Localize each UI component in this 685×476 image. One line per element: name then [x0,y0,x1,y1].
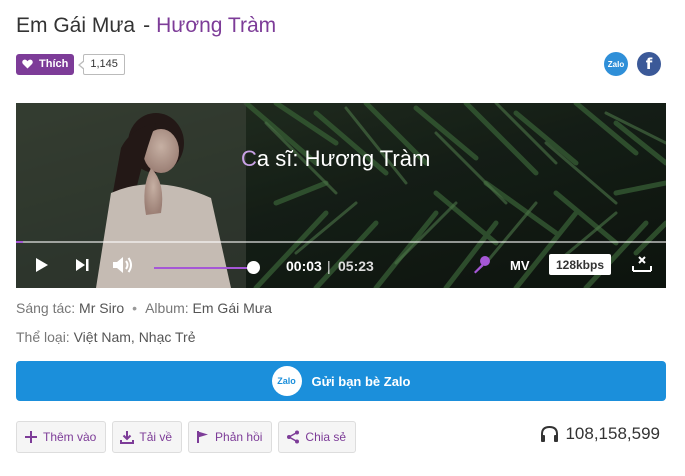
caption-text: a sĩ: Hương Tràm [256,146,431,171]
mv-button[interactable]: MV [510,258,530,273]
download-icon [120,431,135,444]
volume-fill [154,267,254,269]
share-button[interactable]: Chia sẻ [278,421,357,453]
minimize-player-icon[interactable] [632,254,652,274]
audio-player: Ca sĩ: Hương Tràm 00:03 | 05:23 MV 128kb… [16,103,666,288]
like-label: Thích [39,58,69,70]
zalo-share-label: Gửi bạn bè Zalo [311,373,411,389]
headphones-icon [541,425,559,442]
heart-icon [22,59,33,69]
total-time: 05:23 [338,258,374,274]
zalo-share-button[interactable]: Zalo Gửi bạn bè Zalo [16,361,666,401]
facebook-icon[interactable]: f [637,52,661,76]
meta-separator: • [132,300,138,316]
feedback-button[interactable]: Phản hồi [188,421,273,453]
current-time: 00:03 [286,258,322,274]
share-icon [287,430,300,444]
time-separator: | [327,258,331,274]
download-button[interactable]: Tải về [112,421,183,453]
share-icons: Zalo f [604,52,661,76]
player-controls: 00:03 | 05:23 MV 128kbps [16,243,666,288]
download-label: Tải về [139,430,173,444]
like-button[interactable]: Thích [16,53,75,75]
title-separator: - [143,14,151,37]
song-credits: Sáng tác: Mr Siro • Album: Em Gái Mưa [16,300,272,316]
volume-icon[interactable] [112,256,134,274]
composer-link[interactable]: Mr Siro [79,300,124,316]
feedback-label: Phản hồi [215,430,263,444]
zalo-logo-icon: Zalo [271,366,302,396]
listen-count-value: 108,158,599 [565,424,660,443]
add-label: Thêm vào [43,430,97,444]
karaoke-microphone-icon[interactable] [472,255,491,275]
song-genre: Thể loại: Việt Nam, Nhạc Trẻ [16,329,196,345]
add-to-playlist-button[interactable]: Thêm vào [16,421,107,453]
quality-selector[interactable]: 128kbps [549,254,611,275]
player-caption: Ca sĩ: Hương Tràm [241,146,430,172]
plus-icon [25,431,37,443]
volume-knob[interactable] [247,261,260,274]
genre-links[interactable]: Việt Nam, Nhạc Trẻ [74,329,196,345]
flag-icon [197,431,209,443]
action-toolbar: Thêm vào Tải về Phản hồi Chia sẻ [16,421,357,453]
zalo-icon-label: Zalo [607,59,625,69]
genre-label: Thể loại: [16,329,70,345]
caption-first-letter: C [241,146,257,171]
facebook-icon-label: f [645,55,653,73]
song-header: Em Gái Mưa - Hương Tràm [16,14,276,44]
artist-link[interactable]: Hương Tràm [156,14,276,38]
share-label: Chia sẻ [305,430,347,444]
composer-label: Sáng tác: [16,300,76,316]
volume-slider[interactable] [154,267,254,269]
play-icon[interactable] [34,257,49,273]
next-icon[interactable] [75,258,90,272]
zalo-icon[interactable]: Zalo [604,52,628,76]
song-title: Em Gái Mưa [16,14,136,37]
like-row: Thích 1,145 [16,53,125,75]
album-link[interactable]: Em Gái Mưa [193,300,272,316]
listen-count: 108,158,599 [540,424,660,444]
album-label: Album: [145,300,189,316]
like-count: 1,145 [78,53,125,75]
